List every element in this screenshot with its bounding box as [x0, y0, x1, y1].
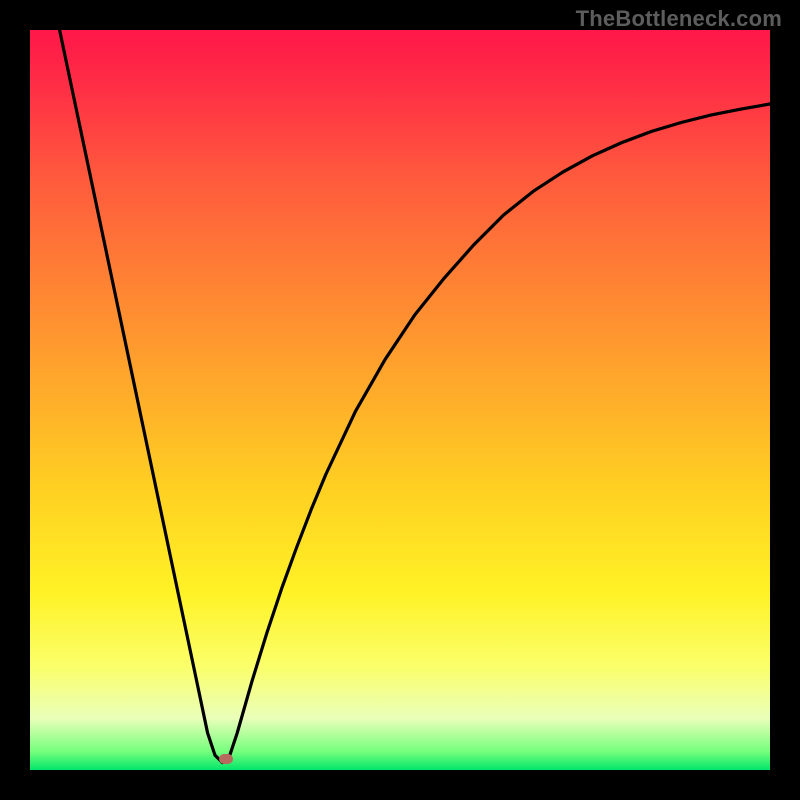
- chart-frame: TheBottleneck.com: [0, 0, 800, 800]
- optimum-marker: [219, 754, 233, 764]
- watermark-text: TheBottleneck.com: [576, 6, 782, 32]
- plot-area: [30, 30, 770, 770]
- bottleneck-curve: [30, 30, 770, 770]
